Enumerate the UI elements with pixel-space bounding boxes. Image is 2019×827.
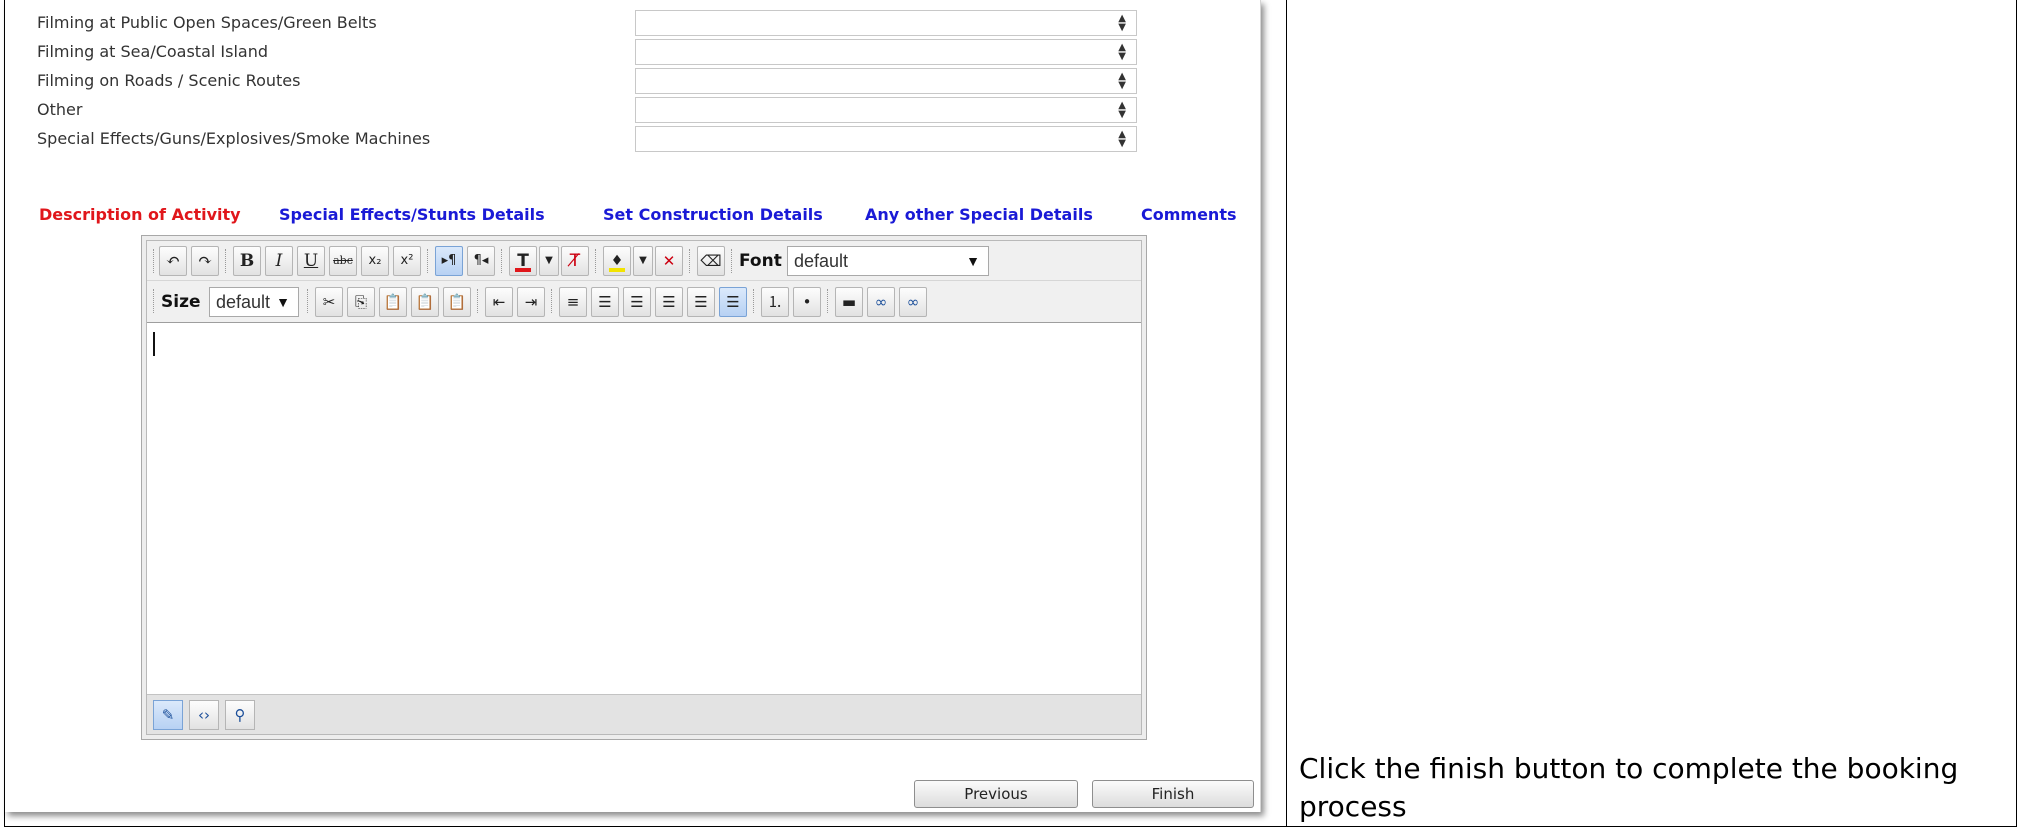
font-size-value: default xyxy=(216,292,271,312)
editor-toolbar-row-2: Size default ▼ ✂ ⎘ 📋 📋 📋 ⇤ ⇥ ≡ ☰ ☰ ☰ ☰ ☰… xyxy=(147,281,1141,323)
toolbar-separator xyxy=(153,289,155,313)
toolbar-separator xyxy=(551,289,553,313)
size-label: Size xyxy=(161,292,201,312)
highlight-dropdown-icon[interactable]: ▼ xyxy=(633,246,653,276)
open-spaces-select[interactable]: ▲ ▼ xyxy=(635,10,1137,36)
roads-select[interactable]: ▲ ▼ xyxy=(635,68,1137,94)
bold-icon[interactable]: B xyxy=(233,246,261,276)
instruction-cell: Click the finish button to complete the … xyxy=(1286,0,2017,827)
paragraph-format-icon[interactable]: ≡ xyxy=(559,287,587,317)
detail-tabs: Description of Activity Special Effects/… xyxy=(39,205,1259,231)
redo-icon[interactable]: ↷ xyxy=(191,246,219,276)
align-right-icon[interactable]: ☰ xyxy=(655,287,683,317)
tab-description-of-activity[interactable]: Description of Activity xyxy=(39,205,241,224)
ltr-direction-icon[interactable]: ▸¶ xyxy=(435,246,463,276)
form-row-open-spaces: Filming at Public Open Spaces/Green Belt… xyxy=(37,10,1137,38)
form-row-other: Other ▲ ▼ xyxy=(37,97,1137,125)
numbered-list-icon[interactable]: ⒈ xyxy=(761,287,789,317)
align-left-icon[interactable]: ☰ xyxy=(591,287,619,317)
sea-coastal-select[interactable]: ▲ ▼ xyxy=(635,39,1137,65)
editor-frame: ↶ ↷ B I U abc x₂ x² ▸¶ ¶◂ T ▼ T̸ ♦ ▼ ✕ ⌫… xyxy=(146,240,1142,735)
tab-special-effects-stunts[interactable]: Special Effects/Stunts Details xyxy=(279,205,545,224)
other-select[interactable]: ▲ ▼ xyxy=(635,97,1137,123)
editor-content-area[interactable] xyxy=(147,324,1141,694)
remove-link-icon[interactable]: ∞ xyxy=(899,287,927,317)
tab-any-other-special[interactable]: Any other Special Details xyxy=(865,205,1093,224)
align-none-icon[interactable]: ☰ xyxy=(719,287,747,317)
remove-highlight-icon[interactable]: ✕ xyxy=(655,246,683,276)
tab-set-construction[interactable]: Set Construction Details xyxy=(603,205,823,224)
undo-icon[interactable]: ↶ xyxy=(159,246,187,276)
font-family-value: default xyxy=(794,251,849,271)
outdent-icon[interactable]: ⇤ xyxy=(485,287,513,317)
spinner-arrows-icon: ▲ ▼ xyxy=(1118,42,1126,62)
font-color-dropdown-icon[interactable]: ▼ xyxy=(539,246,559,276)
form-row-special-effects: Special Effects/Guns/Explosives/Smoke Ma… xyxy=(37,126,1137,154)
superscript-icon[interactable]: x² xyxy=(393,246,421,276)
toolbar-separator xyxy=(753,289,755,313)
font-color-icon[interactable]: T xyxy=(509,246,537,276)
toolbar-separator xyxy=(427,249,429,273)
special-effects-select[interactable]: ▲ ▼ xyxy=(635,126,1137,152)
paste-icon[interactable]: 📋 xyxy=(379,287,407,317)
horizontal-rule-icon[interactable]: ▬ xyxy=(835,287,863,317)
toolbar-separator xyxy=(827,289,829,313)
booking-panel: Filming at Public Open Spaces/Green Belt… xyxy=(5,0,1261,812)
align-justify-icon[interactable]: ☰ xyxy=(687,287,715,317)
insert-link-icon[interactable]: ∞ xyxy=(867,287,895,317)
underline-icon[interactable]: U xyxy=(297,246,325,276)
instruction-text: Click the finish button to complete the … xyxy=(1299,752,1959,823)
align-center-icon[interactable]: ☰ xyxy=(623,287,651,317)
toolbar-separator xyxy=(595,249,597,273)
form-row-roads: Filming on Roads / Scenic Routes ▲ ▼ xyxy=(37,68,1137,96)
chevron-down-icon: ▼ xyxy=(966,253,980,269)
paste-word-icon[interactable]: 📋 xyxy=(443,287,471,317)
spinner-arrows-icon: ▲ ▼ xyxy=(1118,100,1126,120)
html-mode-icon[interactable]: ‹› xyxy=(189,700,219,730)
strikethrough-icon[interactable]: abc xyxy=(329,246,357,276)
preview-mode-icon[interactable]: ⚲ xyxy=(225,700,255,730)
remove-font-color-icon[interactable]: T̸ xyxy=(561,246,589,276)
spinner-arrows-icon: ▲ ▼ xyxy=(1118,13,1126,33)
editor-toolbar-row-1: ↶ ↷ B I U abc x₂ x² ▸¶ ¶◂ T ▼ T̸ ♦ ▼ ✕ ⌫… xyxy=(147,241,1141,281)
form-row-label: Filming at Sea/Coastal Island xyxy=(37,42,269,61)
form-row-label: Other xyxy=(37,100,83,119)
copy-icon[interactable]: ⎘ xyxy=(347,287,375,317)
toolbar-separator xyxy=(307,289,309,313)
form-row-label: Special Effects/Guns/Explosives/Smoke Ma… xyxy=(37,129,431,148)
font-label: Font xyxy=(739,251,782,271)
indent-icon[interactable]: ⇥ xyxy=(517,287,545,317)
eraser-icon[interactable]: ⌫ xyxy=(697,246,725,276)
spinner-arrows-icon: ▲ ▼ xyxy=(1118,129,1126,149)
toolbar-separator xyxy=(153,249,155,273)
previous-button[interactable]: Previous xyxy=(914,780,1078,808)
form-row-label: Filming on Roads / Scenic Routes xyxy=(37,71,301,90)
font-family-select[interactable]: default ▼ xyxy=(787,246,989,276)
page: Filming at Public Open Spaces/Green Belt… xyxy=(0,0,2019,827)
finish-button[interactable]: Finish xyxy=(1092,780,1254,808)
spinner-arrows-icon: ▲ ▼ xyxy=(1118,71,1126,91)
toolbar-separator xyxy=(477,289,479,313)
italic-icon[interactable]: I xyxy=(265,246,293,276)
chevron-down-icon: ▼ xyxy=(276,294,290,310)
form-cell: Filming at Public Open Spaces/Green Belt… xyxy=(4,0,1286,827)
subscript-icon[interactable]: x₂ xyxy=(361,246,389,276)
text-cursor xyxy=(153,332,155,356)
font-size-select[interactable]: default ▼ xyxy=(209,287,299,317)
rich-text-editor: ↶ ↷ B I U abc x₂ x² ▸¶ ¶◂ T ▼ T̸ ♦ ▼ ✕ ⌫… xyxy=(141,235,1147,740)
bulleted-list-icon[interactable]: • xyxy=(793,287,821,317)
toolbar-separator xyxy=(501,249,503,273)
paste-text-icon[interactable]: 📋 xyxy=(411,287,439,317)
form-row-sea-coastal: Filming at Sea/Coastal Island ▲ ▼ xyxy=(37,39,1137,67)
highlight-color-icon[interactable]: ♦ xyxy=(603,246,631,276)
toolbar-separator xyxy=(225,249,227,273)
tab-comments[interactable]: Comments xyxy=(1141,205,1237,224)
form-row-label: Filming at Public Open Spaces/Green Belt… xyxy=(37,13,377,32)
rtl-direction-icon[interactable]: ¶◂ xyxy=(467,246,495,276)
design-mode-icon[interactable]: ✎ xyxy=(153,700,183,730)
toolbar-separator xyxy=(689,249,691,273)
toolbar-separator xyxy=(731,249,733,273)
cut-icon[interactable]: ✂ xyxy=(315,287,343,317)
editor-mode-bar: ✎ ‹› ⚲ xyxy=(147,694,1141,734)
